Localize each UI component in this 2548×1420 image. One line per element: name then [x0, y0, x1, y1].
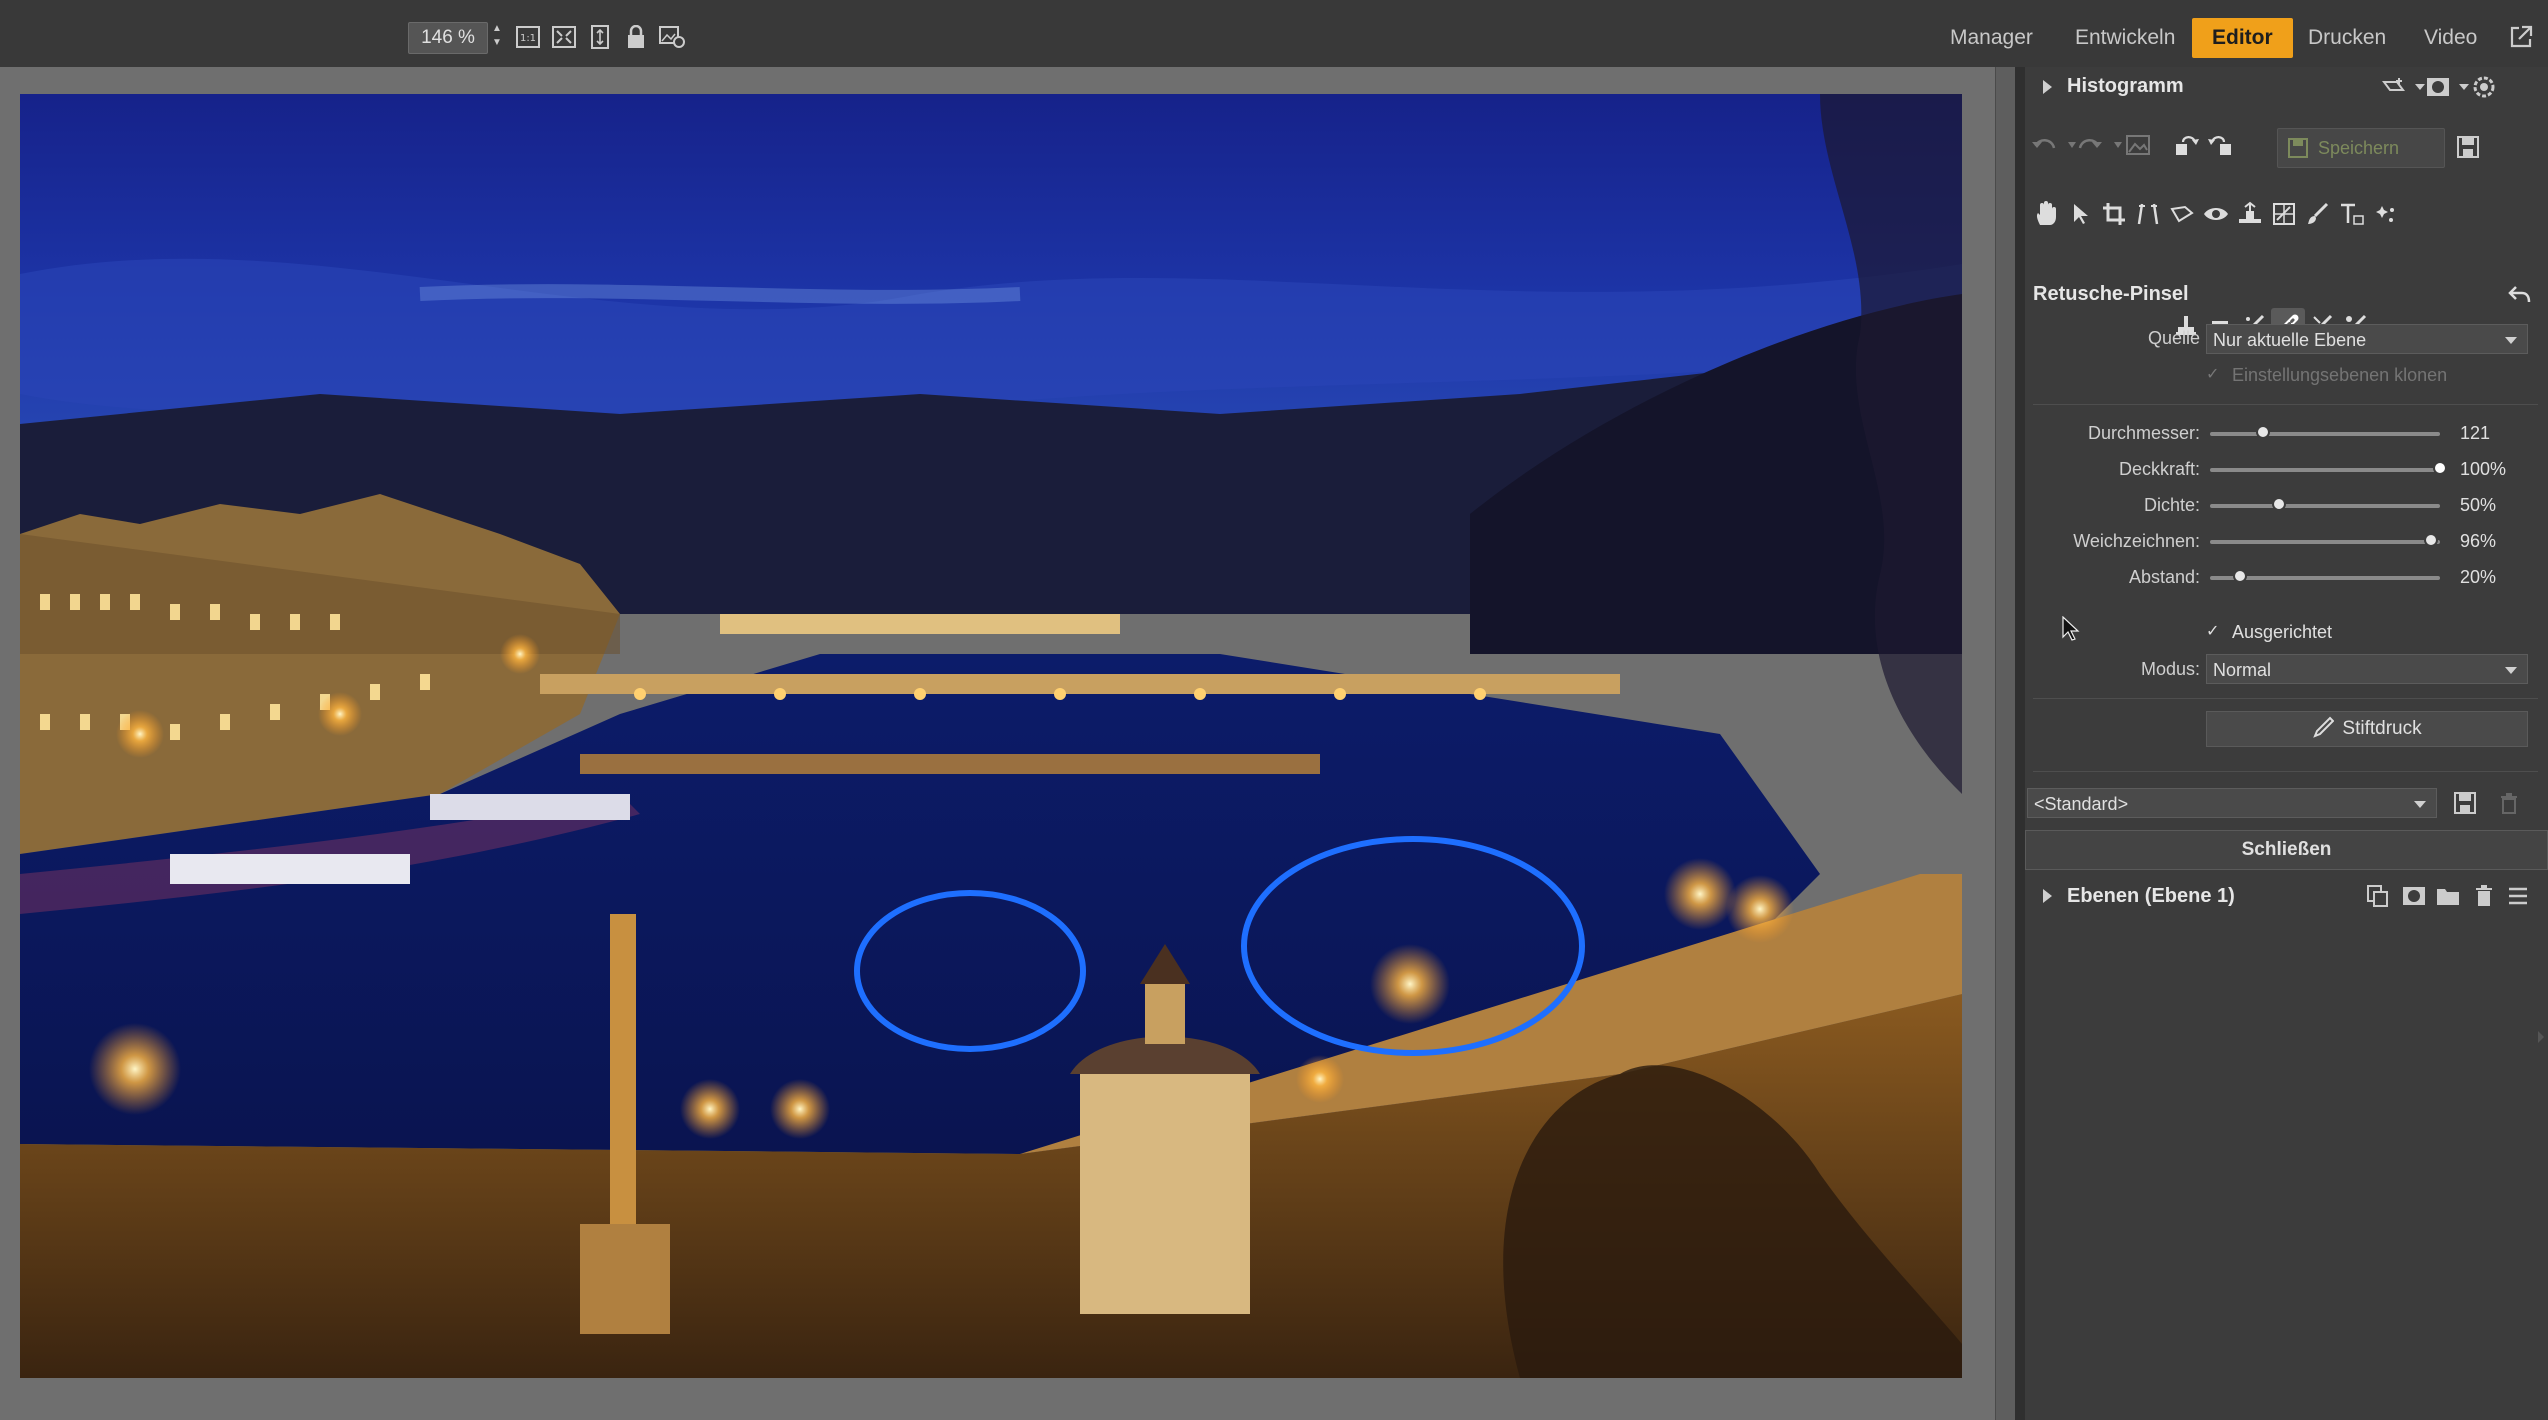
divider [2033, 404, 2538, 405]
tool-header: Retusche-Pinsel [2025, 275, 2548, 315]
source-value: Nur aktuelle Ebene [2213, 330, 2367, 350]
clone-stamp-icon[interactable] [2233, 197, 2267, 231]
layers-title: Ebenen (Ebene 1) [2067, 885, 2235, 907]
svg-text:1:1: 1:1 [520, 33, 536, 44]
canvas-vertical-scrollbar[interactable] [1995, 67, 2016, 1420]
nav-entwickeln[interactable]: Entwickeln [2075, 18, 2175, 58]
nav-manager[interactable]: Manager [1950, 18, 2033, 58]
close-button[interactable]: Schließen [2025, 830, 2548, 870]
aligned-checkbox[interactable]: ✓ [2206, 624, 2222, 640]
image-canvas[interactable] [0, 67, 2004, 1420]
compare-icon[interactable] [658, 22, 686, 52]
perspective-icon[interactable] [2131, 197, 2165, 231]
photo-prague-night[interactable] [20, 94, 1962, 1378]
zoom-stepper[interactable]: ▲ ▼ [490, 22, 504, 52]
layer-mask-icon[interactable] [2397, 879, 2431, 913]
spacing-value: 20% [2460, 567, 2497, 587]
opacity-slider[interactable] [2210, 461, 2447, 475]
fit-screen-icon[interactable] [550, 22, 578, 52]
text-tool-icon[interactable] [2335, 197, 2369, 231]
pen-pressure-label: Stiftdruck [2342, 718, 2422, 739]
histogram-title: Histogramm [2067, 75, 2184, 97]
mode-value: Normal [2213, 660, 2272, 680]
crop-icon[interactable] [2097, 197, 2131, 231]
hand-tool-icon[interactable] [2029, 197, 2063, 231]
slider-label-diameter: Durchmesser: [2087, 423, 2200, 443]
collapse-panel-icon[interactable] [2536, 1030, 2546, 1049]
select-arrow-icon[interactable] [2063, 197, 2097, 231]
save-as-icon[interactable] [2451, 130, 2485, 164]
opacity-value: 100% [2460, 459, 2507, 479]
density-slider[interactable] [2210, 497, 2440, 511]
duplicate-layer-icon[interactable] [2361, 879, 2395, 913]
delete-preset-icon[interactable] [2492, 786, 2526, 820]
chevron-down-icon-source [2505, 337, 2517, 344]
zoom-input[interactable]: 146 % [408, 22, 488, 54]
slider-label-density: Dichte: [2143, 495, 2200, 515]
slider-knob[interactable] [2433, 461, 2447, 475]
brush-adjust-icon[interactable] [2301, 197, 2335, 231]
histogram-header[interactable]: Histogramm [2025, 67, 2548, 107]
red-eye-icon[interactable] [2199, 197, 2233, 231]
diameter-slider[interactable] [2210, 425, 2440, 439]
slider-knob[interactable] [2272, 497, 2286, 511]
settings-gear-icon[interactable] [2467, 70, 2501, 104]
nav-drucken[interactable]: Drucken [2308, 18, 2386, 58]
lock-icon[interactable] [622, 22, 650, 52]
feather-value: 96% [2460, 531, 2497, 551]
top-bar: 146 % ▲ ▼ 1:1 Manager Entwickeln Editor D… [0, 0, 2548, 67]
transform-icon[interactable] [2165, 197, 2199, 231]
slider-knob[interactable] [2255, 425, 2270, 439]
preset-select[interactable]: <Standard> [2027, 788, 2437, 818]
mouse-cursor-icon [2062, 615, 2080, 647]
slider-knob[interactable] [2423, 533, 2438, 547]
mode-label: Modus: [2140, 659, 2200, 679]
zoom-1-1-icon[interactable]: 1:1 [514, 22, 542, 52]
slider-label-feather: Weichzeichnen: [2073, 531, 2200, 551]
pen-icon [2313, 716, 2335, 738]
layer-folder-icon[interactable] [2431, 879, 2465, 913]
expand-icon [2043, 889, 2052, 903]
pen-pressure-button[interactable]: Stiftdruck [2206, 711, 2528, 747]
rotate-right-icon[interactable] [2203, 128, 2237, 162]
grid-tool-icon[interactable] [2267, 197, 2301, 231]
layer-menu-icon[interactable] [2501, 879, 2535, 913]
delete-layer-icon[interactable] [2467, 879, 2501, 913]
chevron-down-icon-mode [2505, 667, 2517, 674]
save-preset-icon[interactable] [2448, 786, 2482, 820]
source-label: Quelle [2147, 328, 2200, 348]
save-label: Speichern [2318, 138, 2400, 158]
layers-header[interactable]: Ebenen (Ebene 1) [2025, 876, 2548, 916]
disk-icon [2288, 138, 2308, 158]
expand-icon [2043, 80, 2052, 94]
slider-knob[interactable] [2232, 569, 2247, 583]
external-window-icon[interactable] [2508, 24, 2536, 52]
nav-editor[interactable]: Editor [2192, 18, 2293, 58]
image-history-icon[interactable] [2121, 128, 2155, 162]
mode-select[interactable]: Normal [2206, 654, 2528, 684]
feather-slider[interactable] [2210, 533, 2440, 547]
divider [2033, 771, 2538, 772]
aligned-label: Ausgerichtet [2232, 622, 2333, 642]
clone-adjustments-label: Einstellungsebenen klonen [2232, 365, 2448, 385]
nav-video[interactable]: Video [2424, 18, 2477, 58]
reset-tool-icon[interactable] [2503, 277, 2537, 311]
preset-value: <Standard> [2034, 794, 2129, 814]
slider-label-spacing: Abstand: [2128, 567, 2200, 587]
spacing-slider[interactable] [2210, 569, 2440, 583]
effects-icon[interactable] [2369, 197, 2403, 231]
source-select[interactable]: Nur aktuelle Ebene [2206, 324, 2528, 354]
save-button[interactable]: Speichern [2277, 128, 2445, 168]
slider-label-opacity: Deckkraft: [2118, 459, 2200, 479]
clone-adjustments-checkbox[interactable]: ✓ [2206, 367, 2222, 383]
diameter-value: 121 [2460, 423, 2491, 443]
fit-height-icon[interactable] [586, 22, 614, 52]
divider [2033, 698, 2538, 699]
density-value: 50% [2460, 495, 2497, 515]
tool-title: Retusche-Pinsel [2033, 283, 2189, 305]
rotate-left-icon[interactable] [2170, 128, 2204, 162]
chevron-down-icon-preset [2414, 801, 2426, 808]
panel-separator[interactable] [2015, 67, 2025, 1420]
